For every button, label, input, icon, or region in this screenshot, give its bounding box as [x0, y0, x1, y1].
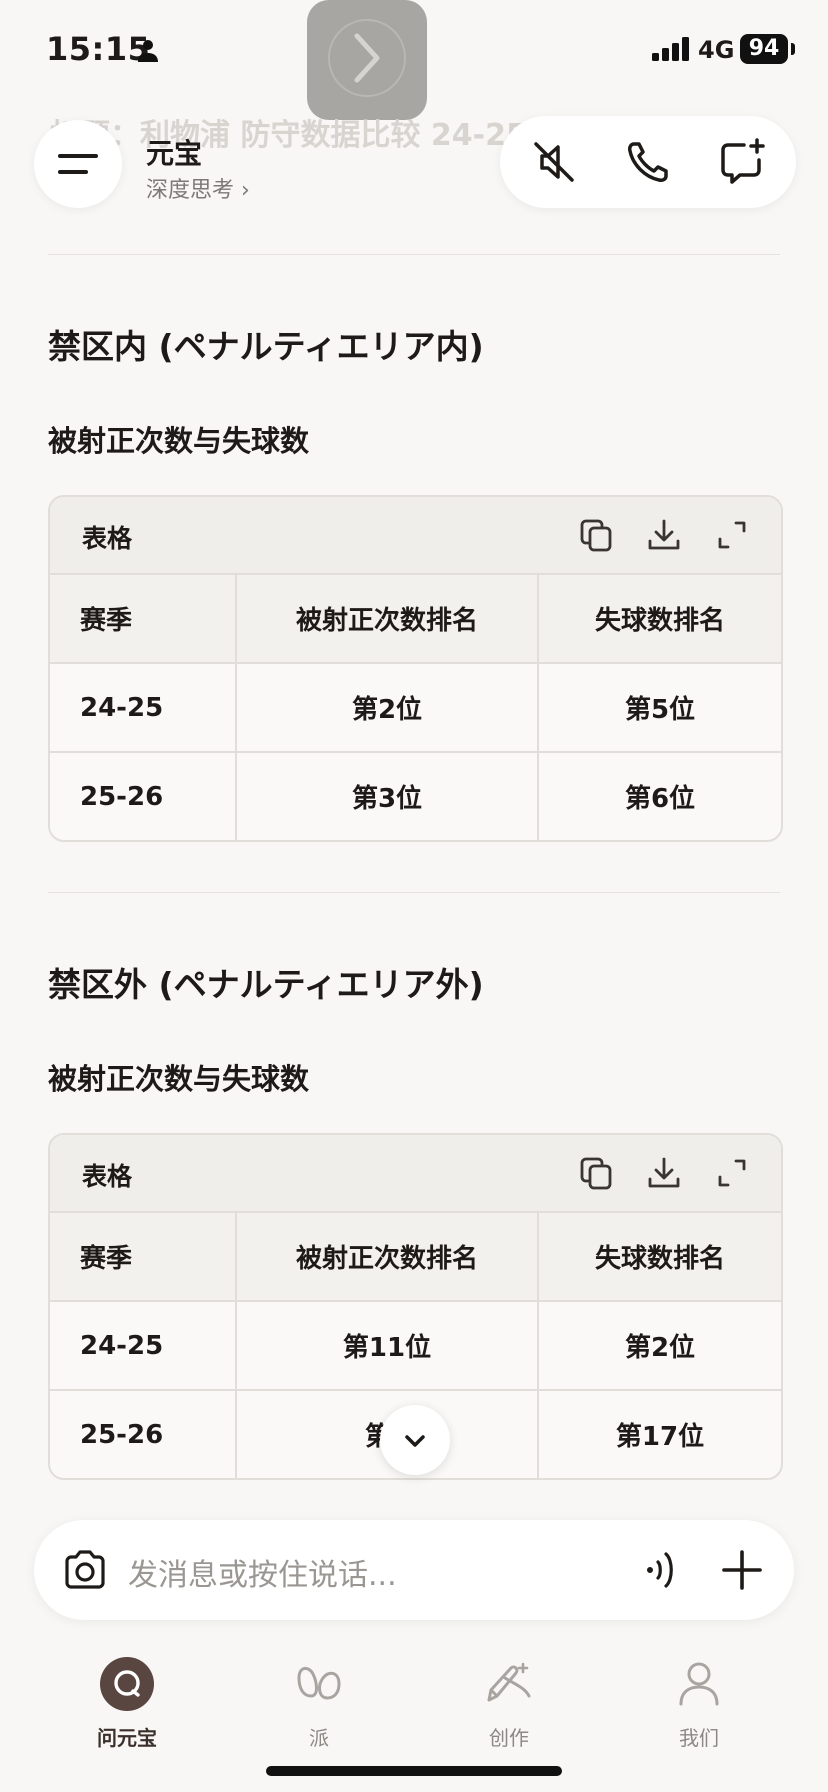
download-icon[interactable] — [646, 1155, 682, 1191]
column-header: 被射正次数排名 — [236, 575, 539, 664]
download-icon[interactable] — [646, 517, 682, 553]
table-cell: 第6位 — [624, 784, 696, 814]
camera-icon[interactable] — [62, 1550, 108, 1590]
chevron-right-icon — [328, 19, 406, 97]
person-icon — [671, 1656, 727, 1712]
column-header: 赛季 — [50, 1213, 237, 1302]
nav-label: 我们 — [679, 1726, 719, 1750]
table-toolbar: 表格 — [50, 1135, 781, 1213]
table-row: 24-25 第2位 第5位 — [50, 663, 781, 753]
table-cell: 25-26 — [50, 1390, 237, 1478]
section-subheading: 被射正次数与失球数 — [48, 1062, 310, 1096]
signal-icon — [652, 37, 689, 61]
pen-sparkle-icon — [481, 1656, 537, 1712]
chat-bubble-icon — [99, 1656, 155, 1712]
home-indicator[interactable] — [266, 1766, 562, 1776]
app-title: 元宝 — [146, 137, 203, 170]
table-cell: 第3位 — [236, 752, 539, 840]
nav-item-pai[interactable]: 派 — [264, 1640, 374, 1751]
table-label: 表格 — [82, 1162, 133, 1191]
expand-icon[interactable] — [714, 517, 750, 553]
column-header: 失球数排名 — [538, 1213, 781, 1302]
battery-indicator: 94 — [740, 34, 788, 64]
column-header: 被射正次数排名 — [236, 1213, 539, 1302]
table-cell: 第2位 — [236, 663, 539, 753]
message-input-bar[interactable]: 发消息或按住说话... — [34, 1520, 794, 1620]
chevron-down-icon — [405, 1435, 425, 1447]
table-label: 表格 — [82, 524, 133, 553]
mute-icon[interactable] — [526, 134, 582, 190]
table-row: 24-25 第11位 第2位 — [50, 1301, 781, 1391]
divider — [48, 254, 780, 255]
column-header: 失球数排名 — [538, 575, 781, 664]
section-subheading: 被射正次数与失球数 — [48, 424, 310, 458]
voice-wave-icon[interactable] — [642, 1548, 682, 1592]
data-table: 赛季 被射正次数排名 失球数排名 24-25 第2位 第5位 25-26 第3位… — [50, 575, 781, 840]
phone-icon[interactable] — [620, 134, 676, 190]
section-heading: 禁区外 (ペナルティエリア外) — [48, 965, 484, 1004]
copy-icon[interactable] — [578, 517, 614, 553]
status-time: 15:15 — [46, 30, 151, 68]
data-table-card: 表格 赛季 被射正次数排名 失球数排名 24-25 第2位 第5位 25-26 … — [48, 495, 783, 842]
table-cell: 24-25 — [50, 663, 237, 753]
table-cell: 第5位 — [538, 663, 781, 753]
infinity-icon — [291, 1656, 347, 1712]
nav-item-us[interactable]: 我们 — [644, 1640, 754, 1751]
section-heading: 禁区内 (ペナルティエリア内) — [48, 327, 484, 366]
battery-tip — [791, 43, 795, 55]
floating-forward-button[interactable] — [307, 0, 427, 120]
menu-icon — [58, 154, 98, 174]
table-toolbar: 表格 — [50, 497, 781, 575]
copy-icon[interactable] — [578, 1155, 614, 1191]
person-icon — [138, 40, 158, 62]
table-cell: 第11位 — [236, 1301, 539, 1391]
table-cell: 第17位 — [615, 1422, 705, 1452]
mode-selector[interactable]: 深度思考 › — [146, 172, 250, 204]
nav-label: 问元宝 — [97, 1726, 157, 1750]
table-header-row: 赛季 被射正次数排名 失球数排名 — [50, 575, 781, 664]
nav-label: 创作 — [489, 1726, 529, 1750]
message-input[interactable]: 发消息或按住说话... — [128, 1550, 397, 1594]
menu-button[interactable] — [34, 120, 122, 208]
table-row: 25-26 第3位 第6位 — [50, 752, 781, 840]
new-chat-icon[interactable] — [714, 134, 770, 190]
expand-icon[interactable] — [714, 1155, 750, 1191]
divider — [48, 892, 780, 893]
table-cell: 24-25 — [50, 1301, 237, 1391]
table-header-row: 赛季 被射正次数排名 失球数排名 — [50, 1213, 781, 1302]
network-type: 4G — [698, 36, 735, 64]
header-actions — [500, 116, 796, 208]
table-cell: 25-26 — [50, 752, 237, 840]
column-header: 赛季 — [50, 575, 237, 664]
nav-item-create[interactable]: 创作 — [454, 1640, 564, 1751]
plus-icon[interactable] — [722, 1550, 762, 1590]
nav-item-ask[interactable]: 问元宝 — [72, 1640, 182, 1751]
scroll-to-bottom-button[interactable] — [380, 1405, 450, 1475]
table-cell: 第2位 — [538, 1301, 781, 1391]
nav-label: 派 — [309, 1726, 329, 1750]
